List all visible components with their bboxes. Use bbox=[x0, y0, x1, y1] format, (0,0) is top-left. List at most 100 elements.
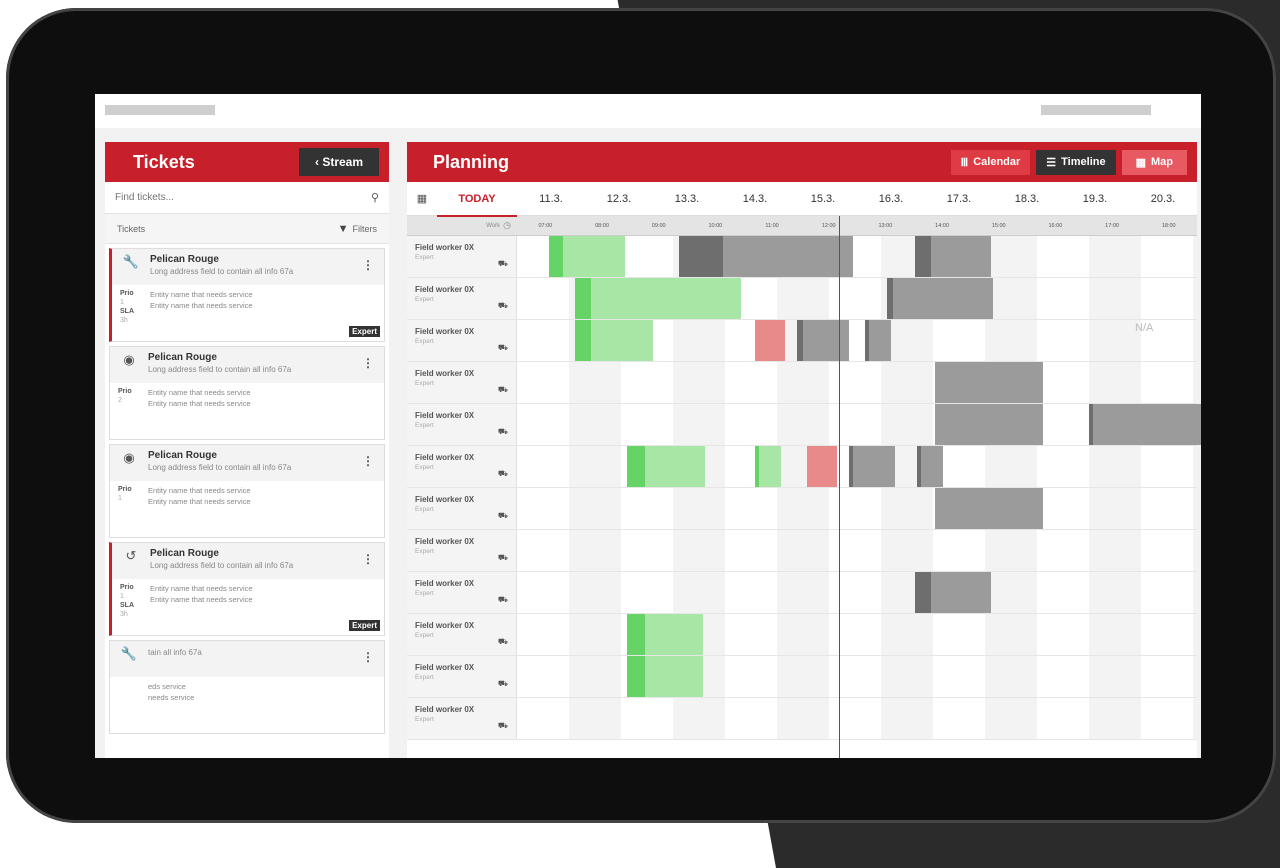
appointment-block[interactable] bbox=[1093, 404, 1201, 445]
hour-ruler: Work ◷ 07:00 08:00 09:00 10:00 11:00 12:0… bbox=[407, 216, 1197, 236]
calendar-icon[interactable]: ▦ bbox=[407, 192, 437, 205]
tickets-filter-bar: Tickets ▼ Filters bbox=[105, 214, 389, 244]
day-tab[interactable]: 12.3. bbox=[585, 193, 653, 205]
hour-label: 18:00 bbox=[1161, 223, 1176, 229]
appointment-block[interactable] bbox=[591, 278, 741, 319]
worker-row: Field worker 0X Expert ⛟ bbox=[407, 278, 1197, 320]
appointment-block[interactable] bbox=[893, 278, 993, 319]
day-tab[interactable]: 20.3. bbox=[1129, 193, 1197, 205]
worker-row: Field worker 0X Expert ⛟ bbox=[407, 656, 1197, 698]
ticket-name: Pelican Rouge bbox=[148, 450, 217, 461]
appointment-block[interactable] bbox=[853, 446, 895, 487]
map-view-button[interactable]: ▦ Map bbox=[1121, 149, 1187, 175]
worker-name: Field worker 0X bbox=[415, 537, 475, 546]
expired-block[interactable] bbox=[807, 446, 837, 487]
day-tab[interactable]: 19.3. bbox=[1061, 193, 1129, 205]
search-input[interactable] bbox=[115, 192, 315, 203]
appointment-block[interactable] bbox=[915, 572, 931, 613]
kebab-menu-icon[interactable]: ⋮ bbox=[362, 356, 374, 370]
worker-row: Field worker 0X Expert ⛟ bbox=[407, 614, 1197, 656]
appointment-block[interactable] bbox=[723, 236, 853, 277]
stream-label: Stream bbox=[322, 155, 363, 169]
worker-row: Field worker 0X Expert ⛟ bbox=[407, 488, 1197, 530]
appointment-block[interactable] bbox=[921, 446, 943, 487]
appointment-block[interactable] bbox=[627, 656, 645, 697]
appointment-block[interactable] bbox=[931, 572, 991, 613]
appointment-block[interactable] bbox=[645, 614, 703, 655]
entity-line: Entity name that needs service bbox=[148, 388, 251, 397]
ticket-card[interactable]: ◉ Pelican Rouge Long address field to con… bbox=[109, 346, 385, 440]
expired-block[interactable] bbox=[755, 320, 785, 361]
appointment-block[interactable] bbox=[915, 236, 931, 277]
prio-value: 2 bbox=[118, 397, 122, 404]
appointment-block[interactable] bbox=[935, 404, 1043, 445]
appointment-block[interactable] bbox=[575, 278, 591, 319]
kebab-menu-icon[interactable]: ⋮ bbox=[362, 454, 374, 468]
sla-value: 3h bbox=[120, 611, 128, 618]
tickets-panel: Tickets ‹ Stream ⚲ Tickets ▼ Filters bbox=[105, 142, 389, 758]
truck-icon: ⛟ bbox=[497, 259, 508, 268]
worker-row: Field worker 0X Expert ⛟ bbox=[407, 236, 1197, 278]
schedule-grid: Field worker 0X Expert ⛟ Field worker 0X Ex… bbox=[407, 236, 1201, 758]
prio-label: Prio bbox=[118, 388, 132, 395]
kebab-menu-icon[interactable]: ⋮ bbox=[362, 258, 374, 272]
truck-icon: ⛟ bbox=[497, 721, 508, 730]
appointment-block[interactable] bbox=[563, 236, 625, 277]
appointment-block[interactable] bbox=[759, 446, 781, 487]
day-tab[interactable]: 13.3. bbox=[653, 193, 721, 205]
worker-row: Field worker 0X Expert ⛟ bbox=[407, 446, 1197, 488]
search-icon[interactable]: ⚲ bbox=[371, 191, 379, 204]
appointment-block[interactable] bbox=[645, 656, 703, 697]
hour-label: 17:00 bbox=[1105, 223, 1119, 229]
calendar-icon: Ⅲ bbox=[960, 156, 969, 169]
appointment-block[interactable] bbox=[591, 320, 653, 361]
stream-button[interactable]: ‹ Stream bbox=[298, 148, 379, 176]
ticket-card[interactable]: 🔧 tain all info 67a ⋮ eds service needs s… bbox=[109, 640, 385, 734]
hour-label: 08:00 bbox=[595, 223, 609, 229]
calendar-view-button[interactable]: Ⅲ Calendar bbox=[950, 149, 1031, 175]
hour-label: 15:00 bbox=[991, 223, 1006, 229]
truck-icon: ⛟ bbox=[497, 385, 508, 394]
appointment-block[interactable] bbox=[935, 488, 1043, 529]
worker-name: Field worker 0X bbox=[415, 663, 475, 672]
worker-name: Field worker 0X bbox=[415, 495, 475, 504]
appointment-block[interactable] bbox=[627, 446, 645, 487]
topbar-placeholder-left bbox=[105, 105, 215, 115]
appointment-block[interactable] bbox=[575, 320, 591, 361]
today-tab[interactable]: TODAY bbox=[437, 182, 517, 217]
timeline-view-button[interactable]: ☰ Timeline bbox=[1036, 149, 1116, 175]
appointment-block[interactable] bbox=[803, 320, 849, 361]
appointment-block[interactable] bbox=[549, 236, 563, 277]
hour-label: 11:00 bbox=[765, 223, 779, 229]
day-tab[interactable]: 17.3. bbox=[925, 193, 993, 205]
ticket-card[interactable]: ↺ Pelican Rouge Long address field to con… bbox=[109, 542, 385, 636]
tickets-title: Tickets bbox=[133, 151, 195, 172]
day-tab[interactable]: 15.3. bbox=[789, 193, 857, 205]
worker-name: Field worker 0X bbox=[415, 621, 475, 630]
worker-row: Field worker 0X Expert ⛟ bbox=[407, 698, 1197, 740]
appointment-block[interactable] bbox=[931, 236, 991, 277]
clock-icon: ◷ bbox=[503, 220, 511, 230]
ticket-card[interactable]: 🔧 Pelican Rouge Long address field to con… bbox=[109, 248, 385, 342]
appointment-block[interactable] bbox=[869, 320, 891, 361]
kebab-menu-icon[interactable]: ⋮ bbox=[362, 650, 374, 664]
appointment-block[interactable] bbox=[935, 362, 1043, 403]
day-tab[interactable]: 18.3. bbox=[993, 193, 1061, 205]
day-tab[interactable]: 16.3. bbox=[857, 193, 925, 205]
planning-header: Planning Ⅲ Calendar ☰ Timeline ▦ Map bbox=[407, 142, 1197, 182]
appointment-block[interactable] bbox=[679, 236, 723, 277]
ticket-address: Long address field to contain all info 6… bbox=[150, 267, 294, 276]
filters-button[interactable]: ▼ Filters bbox=[338, 223, 377, 235]
wrench-icon: 🔧 bbox=[122, 254, 140, 269]
day-tab[interactable]: 14.3. bbox=[721, 193, 789, 205]
timeline-icon: ☰ bbox=[1046, 156, 1057, 169]
kebab-menu-icon[interactable]: ⋮ bbox=[362, 552, 374, 566]
tickets-list-label: Tickets bbox=[117, 223, 146, 234]
sla-label: SLA bbox=[120, 308, 134, 315]
ticket-address: Long address field to contain all info 6… bbox=[148, 365, 292, 374]
day-tab[interactable]: 11.3. bbox=[517, 193, 585, 205]
appointment-block[interactable] bbox=[627, 614, 645, 655]
topbar-placeholder-right bbox=[1041, 105, 1151, 115]
appointment-block[interactable] bbox=[645, 446, 705, 487]
ticket-card[interactable]: ◉ Pelican Rouge Long address field to con… bbox=[109, 444, 385, 538]
